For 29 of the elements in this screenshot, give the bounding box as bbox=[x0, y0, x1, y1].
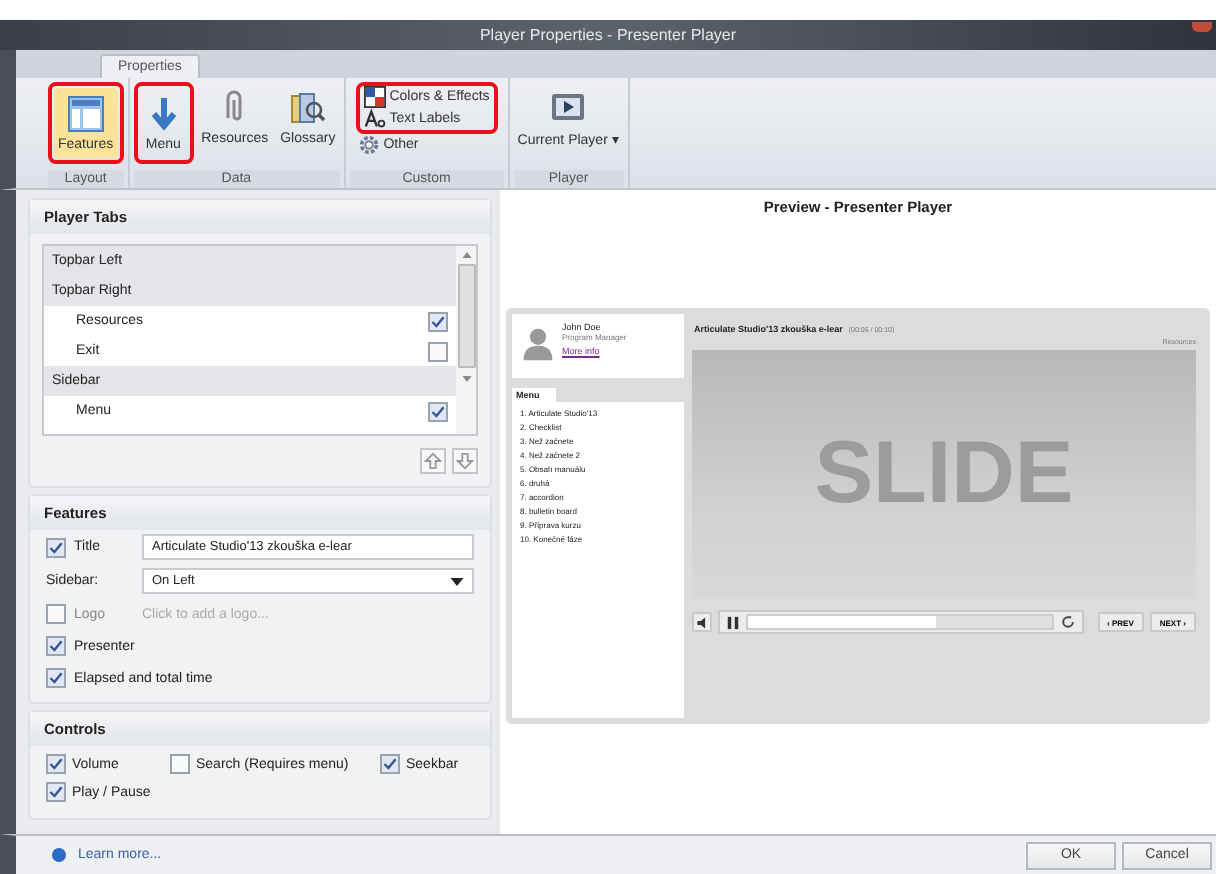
scrollbar[interactable] bbox=[456, 246, 476, 434]
move-down-button[interactable] bbox=[452, 448, 478, 474]
checkbox[interactable] bbox=[428, 401, 448, 421]
close-button[interactable] bbox=[1192, 22, 1212, 32]
checkbox[interactable] bbox=[46, 668, 66, 688]
checkbox[interactable] bbox=[46, 537, 66, 557]
replay-icon[interactable] bbox=[1059, 614, 1076, 630]
window-title: Player Properties - Presenter Player bbox=[479, 26, 737, 44]
checkbox[interactable] bbox=[428, 341, 448, 361]
checkbox[interactable] bbox=[46, 604, 66, 624]
pause-icon[interactable] bbox=[726, 615, 740, 629]
checkbox[interactable] bbox=[46, 782, 66, 802]
checkbox[interactable] bbox=[428, 311, 448, 331]
dropdown-arrow-icon bbox=[450, 577, 464, 585]
text-icon bbox=[363, 108, 386, 130]
person-silhouette-icon bbox=[520, 326, 556, 362]
checkbox[interactable] bbox=[46, 754, 66, 774]
book-icon bbox=[287, 88, 328, 128]
move-up-button[interactable] bbox=[420, 448, 446, 474]
color-square-icon bbox=[363, 86, 386, 108]
scroll-thumb[interactable] bbox=[457, 264, 475, 368]
checkbox[interactable] bbox=[170, 754, 190, 774]
scroll-down-arrow-icon[interactable] bbox=[461, 370, 471, 386]
checkbox[interactable] bbox=[46, 636, 66, 656]
info-icon bbox=[52, 848, 66, 862]
volume-button[interactable] bbox=[692, 612, 712, 632]
checkbox[interactable] bbox=[380, 754, 400, 774]
layout-icon bbox=[65, 94, 106, 134]
settings-icon bbox=[357, 134, 380, 156]
